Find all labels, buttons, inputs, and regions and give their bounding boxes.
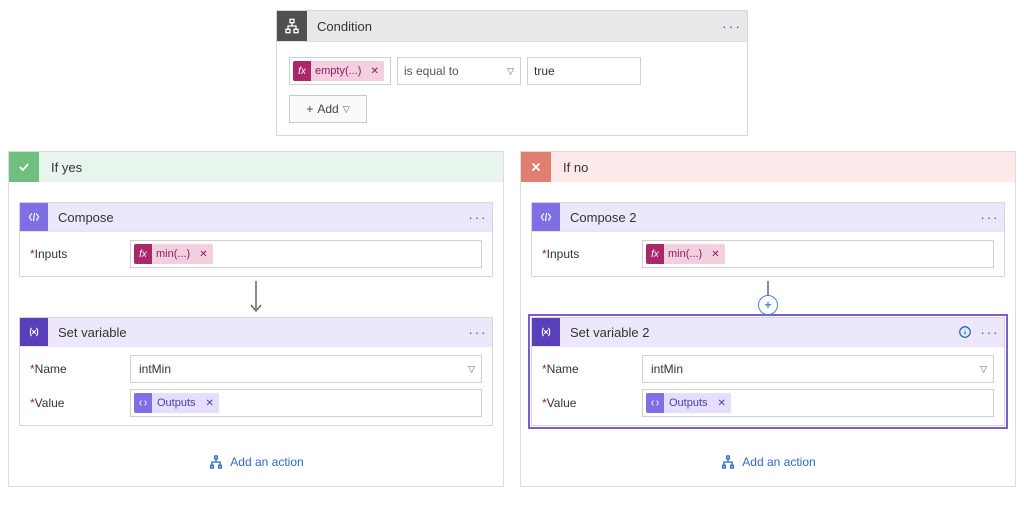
fx-icon: fx <box>646 244 664 264</box>
setvar2-value-field[interactable]: Outputs ✕ <box>642 389 994 417</box>
condition-body: fx empty(...) ✕ is equal to ▽ true + Add… <box>277 41 747 135</box>
condition-value-text: true <box>534 64 555 78</box>
branch-no: If no Compose 2 ··· <box>520 151 1016 487</box>
fx-icon: fx <box>134 244 152 264</box>
setvar2-name-value: intMin <box>643 362 683 376</box>
action-setvar-body: *Name intMin ▽ *Value <box>20 346 492 425</box>
branch-no-body: Compose 2 ··· *Inputs fx min(...) ✕ <box>521 182 1015 470</box>
action-compose2-more[interactable]: ··· <box>976 210 1004 225</box>
flow-designer-canvas: Condition ··· fx empty(...) ✕ is equal t… <box>0 0 1024 487</box>
action-compose-more[interactable]: ··· <box>464 210 492 225</box>
insert-step-button[interactable]: + <box>758 295 778 315</box>
outputs-icon <box>646 393 664 413</box>
setvar-name-select[interactable]: intMin ▽ <box>130 355 482 383</box>
action-compose-body: *Inputs fx min(...) ✕ <box>20 231 492 276</box>
field-label-value: *Value <box>30 396 130 410</box>
action-set-variable-2: Set variable 2 ··· *Name intMin ▽ <box>531 317 1005 426</box>
close-icon <box>521 152 551 182</box>
fx-token-label: empty(...) <box>311 65 365 77</box>
fx-token[interactable]: fx min(...) ✕ <box>646 244 725 264</box>
outputs-icon <box>134 393 152 413</box>
condition-left-operand[interactable]: fx empty(...) ✕ <box>289 57 391 85</box>
condition-add-button[interactable]: + Add ▽ <box>289 95 367 123</box>
field-label-name: *Name <box>30 362 130 376</box>
outputs-token[interactable]: Outputs ✕ <box>134 393 219 413</box>
condition-title: Condition <box>307 19 717 34</box>
outputs-token[interactable]: Outputs ✕ <box>646 393 731 413</box>
branch-no-label: If no <box>551 160 588 175</box>
compose2-inputs-field[interactable]: fx min(...) ✕ <box>642 240 994 268</box>
condition-more-button[interactable]: ··· <box>717 18 747 34</box>
condition-add-label: Add <box>317 102 338 116</box>
connector-arrow: + <box>531 277 1005 317</box>
compose-icon <box>532 203 560 231</box>
fx-token-remove[interactable]: ✕ <box>194 249 212 260</box>
action-compose-2: Compose 2 ··· *Inputs fx min(...) ✕ <box>531 202 1005 277</box>
action-compose2-header[interactable]: Compose 2 ··· <box>532 203 1004 231</box>
branch-yes: If yes Compose ··· <box>8 151 504 487</box>
chevron-down-icon: ▽ <box>468 364 475 375</box>
compose-inputs-field[interactable]: fx min(...) ✕ <box>130 240 482 268</box>
add-action-label: Add an action <box>230 455 303 469</box>
chevron-down-icon: ▽ <box>507 66 514 77</box>
condition-icon <box>277 11 307 41</box>
setvar2-name-select[interactable]: intMin ▽ <box>642 355 994 383</box>
add-action-label: Add an action <box>742 455 815 469</box>
condition-right-operand[interactable]: true <box>527 57 641 85</box>
action-setvar2-title: Set variable 2 <box>560 325 954 340</box>
action-setvar-more[interactable]: ··· <box>464 325 492 340</box>
condition-header[interactable]: Condition ··· <box>277 11 747 41</box>
action-set-variable: Set variable ··· *Name intMin ▽ *Valu <box>19 317 493 426</box>
compose-icon <box>20 203 48 231</box>
outputs-token-remove[interactable]: ✕ <box>201 398 219 409</box>
action-setvar-header[interactable]: Set variable ··· <box>20 318 492 346</box>
condition-branches: If yes Compose ··· <box>0 136 1024 487</box>
branch-no-header: If no <box>521 152 1015 182</box>
condition-card: Condition ··· fx empty(...) ✕ is equal t… <box>276 10 748 136</box>
condition-expression-row: fx empty(...) ✕ is equal to ▽ true <box>289 57 735 85</box>
action-compose-title: Compose <box>48 210 464 225</box>
fx-token-label: min(...) <box>152 248 194 260</box>
action-setvar2-more[interactable]: ··· <box>976 325 1004 340</box>
field-label-inputs: *Inputs <box>30 247 130 261</box>
chevron-down-icon: ▽ <box>980 364 987 375</box>
fx-token-remove[interactable]: ✕ <box>706 249 724 260</box>
action-setvar2-body: *Name intMin ▽ *Value <box>532 346 1004 425</box>
branch-yes-body: Compose ··· *Inputs fx min(...) ✕ <box>9 182 503 470</box>
fx-token-remove[interactable]: ✕ <box>365 66 383 77</box>
variable-icon <box>532 318 560 346</box>
outputs-token-label: Outputs <box>152 397 201 409</box>
chevron-down-icon: ▽ <box>343 104 350 115</box>
action-compose2-body: *Inputs fx min(...) ✕ <box>532 231 1004 276</box>
add-action-button[interactable]: Add an action <box>19 454 493 470</box>
add-action-button[interactable]: Add an action <box>531 454 1005 470</box>
outputs-token-label: Outputs <box>664 397 713 409</box>
fx-icon: fx <box>293 61 311 81</box>
setvar-value-field[interactable]: Outputs ✕ <box>130 389 482 417</box>
field-label-inputs: *Inputs <box>542 247 642 261</box>
field-label-value: *Value <box>542 396 642 410</box>
action-setvar2-header[interactable]: Set variable 2 ··· <box>532 318 1004 346</box>
outputs-token-remove[interactable]: ✕ <box>713 398 731 409</box>
variable-icon <box>20 318 48 346</box>
check-icon <box>9 152 39 182</box>
action-setvar-title: Set variable <box>48 325 464 340</box>
action-compose2-title: Compose 2 <box>560 210 976 225</box>
connector-arrow <box>19 277 493 317</box>
branch-yes-header: If yes <box>9 152 503 182</box>
plus-icon: + <box>306 102 313 116</box>
condition-operator-label: is equal to <box>404 64 459 78</box>
fx-token-label: min(...) <box>664 248 706 260</box>
fx-token[interactable]: fx min(...) ✕ <box>134 244 213 264</box>
action-compose: Compose ··· *Inputs fx min(...) ✕ <box>19 202 493 277</box>
setvar-name-value: intMin <box>131 362 171 376</box>
field-label-name: *Name <box>542 362 642 376</box>
branch-yes-label: If yes <box>39 160 82 175</box>
fx-token[interactable]: fx empty(...) ✕ <box>293 61 384 81</box>
info-icon[interactable] <box>954 325 976 340</box>
condition-operator-select[interactable]: is equal to ▽ <box>397 57 521 85</box>
action-compose-header[interactable]: Compose ··· <box>20 203 492 231</box>
